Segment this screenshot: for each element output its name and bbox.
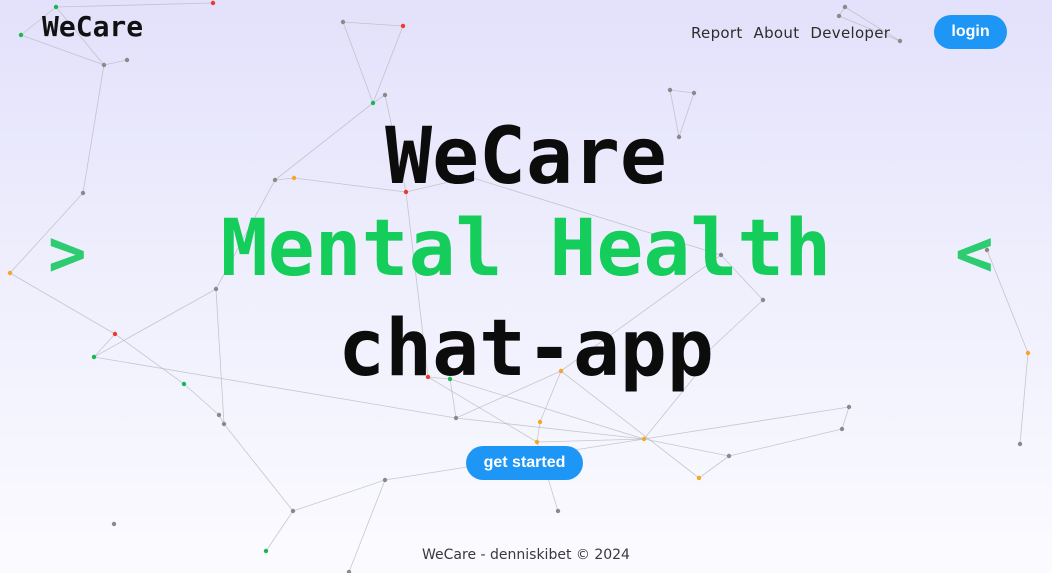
network-node: [842, 4, 848, 10]
network-node: [216, 412, 222, 418]
network-node: [726, 453, 732, 459]
network-link: [643, 406, 850, 440]
network-node: [537, 419, 543, 425]
network-node: [111, 521, 117, 527]
network-node: [897, 38, 903, 44]
top-nav: Report About Developer: [691, 24, 890, 42]
network-link: [103, 59, 128, 66]
network-node: [53, 4, 59, 10]
network-node: [453, 415, 459, 421]
network-link: [455, 417, 645, 440]
network-node: [696, 475, 702, 481]
network-node: [101, 62, 107, 68]
brand-logo[interactable]: WeCare: [42, 10, 143, 43]
network-node: [760, 297, 766, 303]
get-started-button[interactable]: get started: [466, 446, 583, 480]
network-link: [643, 438, 730, 457]
hero-title-line-3: chat-app: [338, 304, 714, 394]
network-node: [221, 421, 227, 427]
footer-copyright: WeCare - denniskibet © 2024: [422, 547, 630, 563]
network-link: [265, 510, 294, 552]
network-link: [841, 406, 850, 430]
login-button[interactable]: login: [934, 15, 1007, 49]
network-link: [728, 428, 843, 457]
network-node: [555, 508, 561, 514]
network-link: [342, 21, 374, 104]
network-link: [292, 479, 386, 512]
network-link: [669, 89, 695, 94]
network-link: [183, 383, 220, 416]
network-link: [342, 21, 404, 27]
hero-title-line-2: Mental Health: [220, 204, 832, 294]
network-node: [1017, 441, 1023, 447]
network-node: [382, 92, 388, 98]
network-node: [667, 87, 673, 93]
network-node: [340, 19, 346, 25]
network-node: [370, 100, 376, 106]
network-node: [124, 57, 130, 63]
network-node: [641, 436, 647, 442]
network-link: [698, 455, 730, 479]
network-link: [536, 421, 541, 443]
nav-link-report[interactable]: Report: [691, 24, 743, 42]
nav-link-about[interactable]: About: [754, 24, 800, 42]
network-node: [382, 477, 388, 483]
network-node: [290, 508, 296, 514]
network-node: [846, 404, 852, 410]
nav-link-developer[interactable]: Developer: [810, 24, 890, 42]
hero-title-line-1: WeCare: [385, 112, 667, 202]
network-node: [691, 90, 697, 96]
network-node: [400, 23, 406, 29]
network-node: [210, 0, 216, 6]
network-link: [223, 423, 294, 512]
network-node: [836, 13, 842, 19]
network-node: [839, 426, 845, 432]
network-node: [18, 32, 24, 38]
network-link: [372, 25, 404, 104]
network-node: [534, 439, 540, 445]
network-link: [55, 2, 214, 8]
